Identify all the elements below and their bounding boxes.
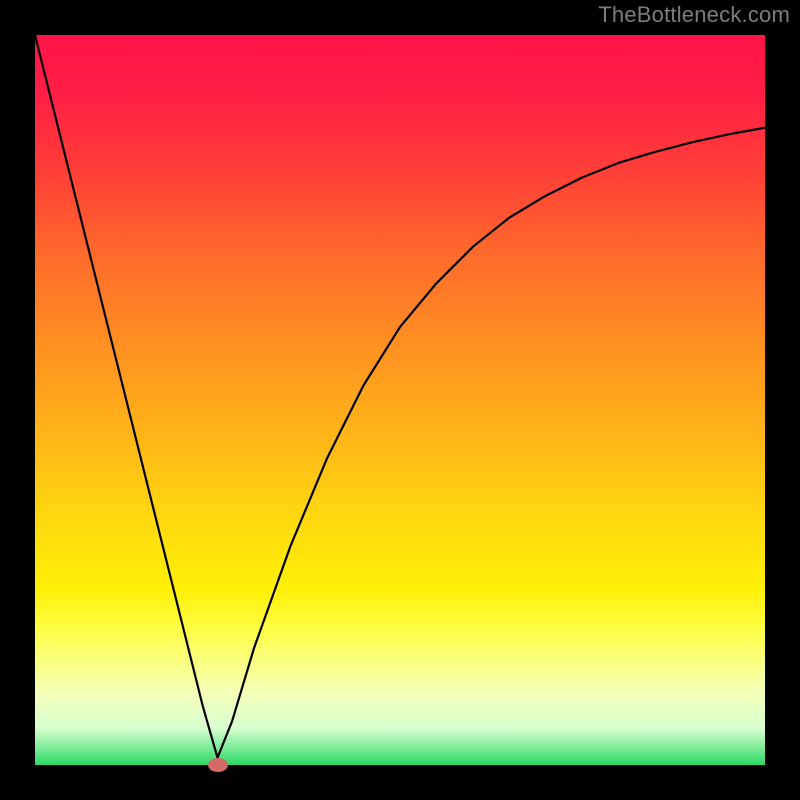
watermark-text: TheBottleneck.com bbox=[598, 2, 790, 28]
bottleneck-curve-path bbox=[35, 35, 765, 758]
plot-area bbox=[35, 35, 765, 765]
curve-svg bbox=[35, 35, 765, 765]
chart-frame: TheBottleneck.com bbox=[0, 0, 800, 800]
bottleneck-marker bbox=[208, 758, 228, 772]
